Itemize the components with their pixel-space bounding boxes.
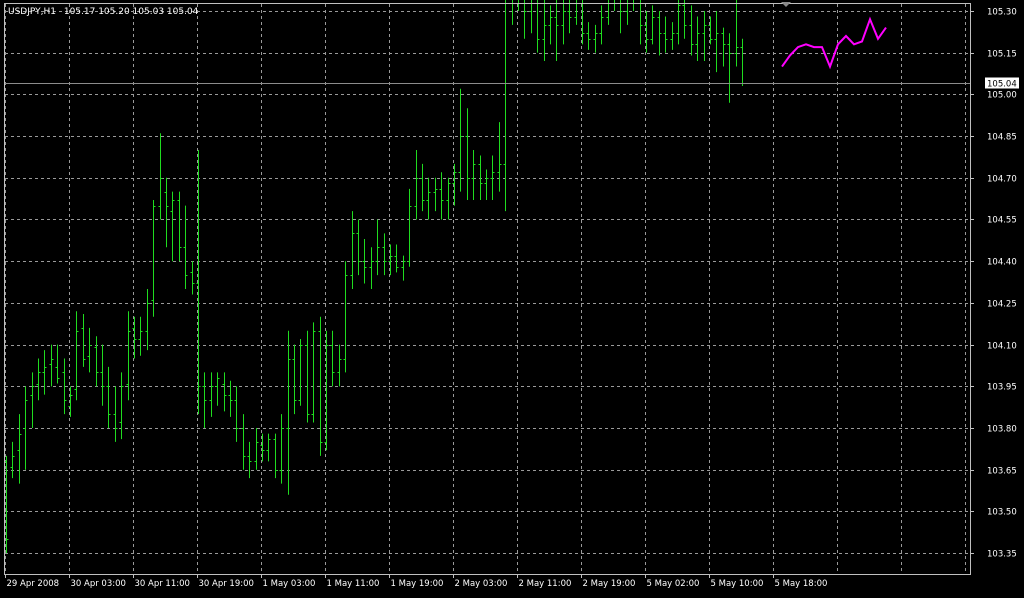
y-tick-label: 105.15 bbox=[987, 50, 1017, 60]
chart-canvas[interactable]: 105.04 103.35 103.50 103.65 103.80 103.95 104… bbox=[0, 0, 1024, 594]
x-tick-label: 5 May 02:00 bbox=[647, 579, 700, 589]
x-tick-label: 29 Apr 2008 bbox=[7, 579, 60, 589]
y-tick-label: 104.70 bbox=[987, 175, 1017, 185]
y-tick-label: 104.55 bbox=[987, 216, 1017, 226]
price-chart[interactable]: 105.04 103.35 103.50 103.65 103.80 103.95 104… bbox=[0, 0, 1024, 594]
y-tick-label: 103.50 bbox=[987, 508, 1017, 518]
current-price-label: 105.04 bbox=[987, 80, 1017, 90]
x-tick-label: 1 May 11:00 bbox=[327, 579, 380, 589]
y-tick-label: 103.35 bbox=[987, 550, 1017, 560]
y-tick-label: 103.65 bbox=[987, 467, 1017, 477]
chart-header: USDJPY,H1 105.17 105.20 105.03 105.04 bbox=[8, 7, 199, 17]
x-tick-label: 30 Apr 19:00 bbox=[199, 579, 254, 589]
x-tick-label: 5 May 10:00 bbox=[711, 579, 764, 589]
x-tick-label: 2 May 11:00 bbox=[519, 579, 572, 589]
x-tick-label: 30 Apr 11:00 bbox=[135, 579, 190, 589]
y-tick-label: 104.85 bbox=[987, 133, 1017, 143]
x-tick-label: 1 May 19:00 bbox=[391, 579, 444, 589]
x-tick-label: 30 Apr 03:00 bbox=[71, 579, 126, 589]
x-tick-label: 2 May 03:00 bbox=[455, 579, 508, 589]
y-tick-label: 105.30 bbox=[987, 8, 1017, 18]
y-tick-label: 104.25 bbox=[987, 300, 1017, 310]
y-tick-label: 103.95 bbox=[987, 383, 1017, 393]
x-tick-label: 5 May 18:00 bbox=[775, 579, 828, 589]
x-tick-label: 1 May 03:00 bbox=[263, 579, 316, 589]
ohlc-readout: 105.17 105.20 105.03 105.04 bbox=[64, 7, 199, 17]
y-tick-label: 104.10 bbox=[987, 342, 1017, 352]
y-tick-label: 105.00 bbox=[987, 91, 1017, 101]
y-tick-label: 103.80 bbox=[987, 425, 1017, 435]
y-tick-label: 104.40 bbox=[987, 258, 1017, 268]
symbol-timeframe: USDJPY,H1 bbox=[8, 7, 56, 17]
x-tick-label: 2 May 19:00 bbox=[583, 579, 636, 589]
